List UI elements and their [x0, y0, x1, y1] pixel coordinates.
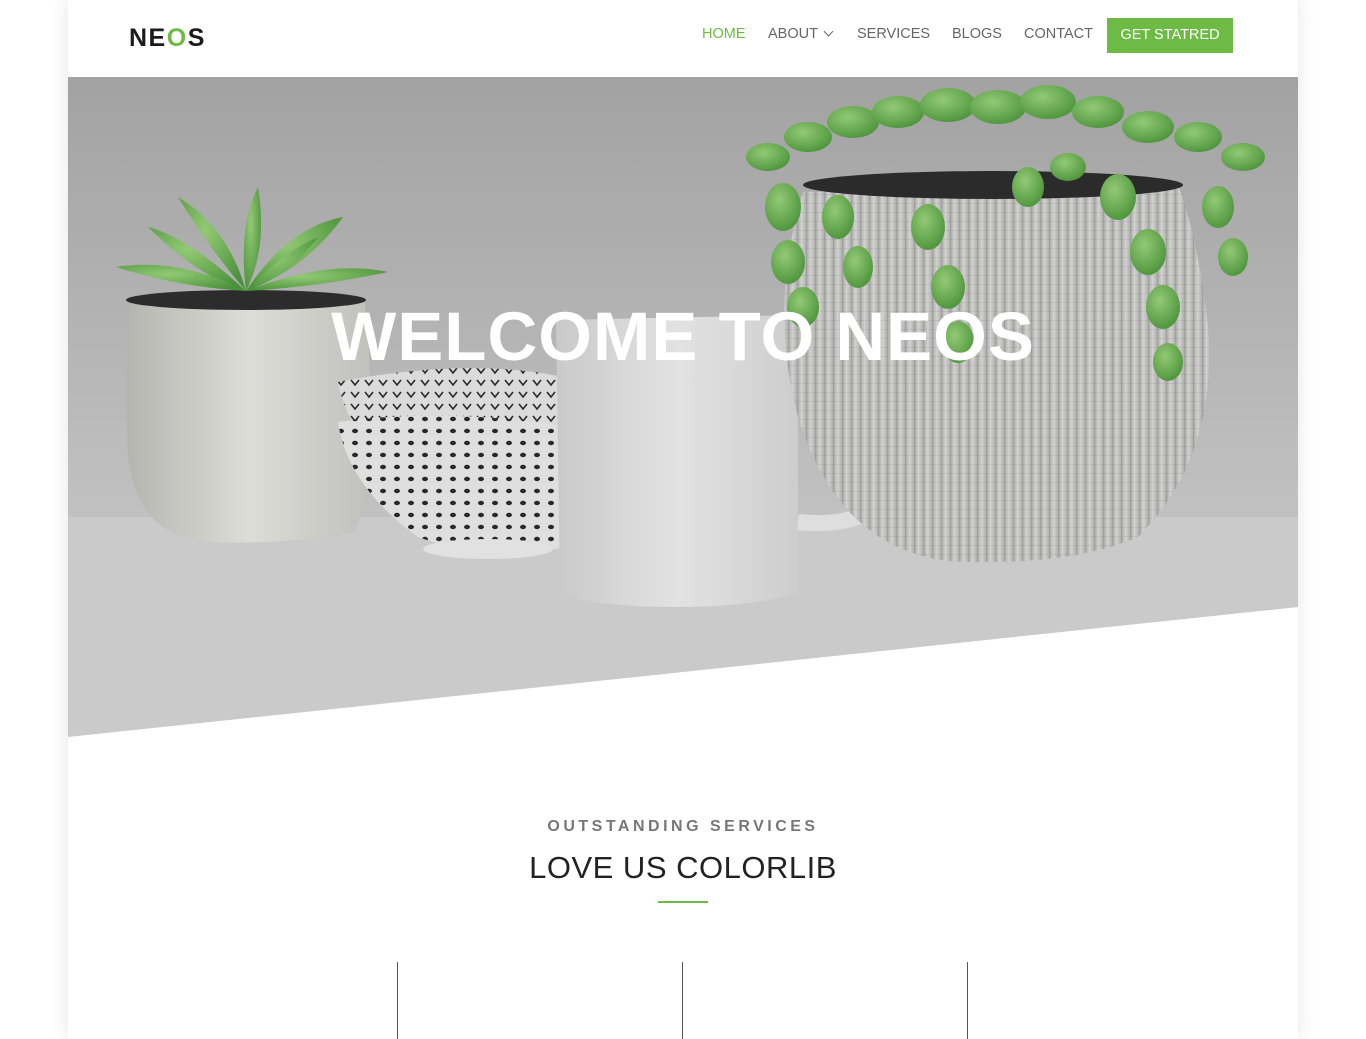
nav-services[interactable]: SERVICES — [857, 24, 930, 44]
nav-blogs[interactable]: BLOGS — [952, 24, 1002, 44]
nav-contact[interactable]: CONTACT — [1024, 24, 1093, 44]
section-title: LOVE US COLORLIB — [529, 850, 837, 885]
hero-section: WELCOME TO NEOS — [68, 77, 1298, 737]
section-eyebrow: OUTSTANDING SERVICES — [547, 818, 819, 835]
page-container: NEOS HOME ABOUT SERVICES BLOGS CONTACT G… — [68, 0, 1298, 1039]
title-underline — [658, 901, 708, 903]
column-divider — [967, 962, 968, 1039]
chevron-down-icon — [823, 26, 834, 37]
nav-about-label: ABOUT — [768, 26, 818, 42]
hero-background-image — [68, 77, 1298, 737]
site-header: NEOS HOME ABOUT SERVICES BLOGS CONTACT G… — [68, 0, 1298, 77]
get-started-button[interactable]: GET STATRED — [1107, 18, 1233, 53]
nav-about[interactable]: ABOUT — [768, 24, 834, 44]
column-divider — [682, 962, 683, 1039]
logo-text-end: S — [187, 24, 206, 52]
nav-home[interactable]: HOME — [702, 24, 746, 44]
site-logo[interactable]: NEOS — [129, 24, 206, 52]
column-divider — [397, 962, 398, 1039]
logo-text-start: NE — [129, 24, 167, 52]
hero-title: WELCOME TO NEOS — [331, 298, 1035, 375]
logo-text-accent: O — [166, 24, 188, 52]
